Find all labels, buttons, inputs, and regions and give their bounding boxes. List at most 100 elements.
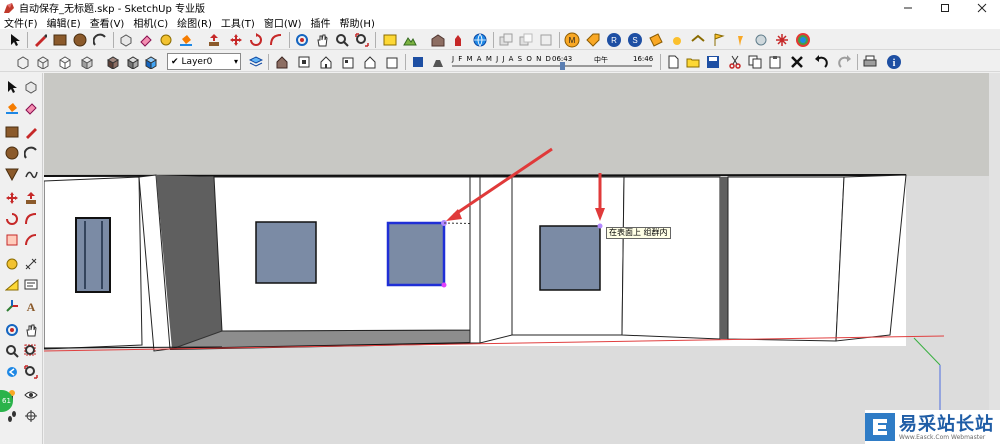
toggle-terrain-button[interactable] [401, 31, 419, 49]
copy-button[interactable] [746, 53, 764, 71]
look-around-left-button[interactable] [22, 386, 40, 404]
paste-button[interactable] [766, 53, 784, 71]
offset-left-button[interactable] [22, 231, 40, 249]
share-model-button[interactable] [449, 31, 467, 49]
tape-measure-button[interactable] [157, 31, 175, 49]
orbit-left-button[interactable] [3, 321, 21, 339]
menu-camera[interactable]: 相机(C) [133, 15, 168, 30]
eraser-left-button[interactable] [22, 99, 40, 117]
share-component-button[interactable] [471, 31, 489, 49]
display-shadows-button[interactable] [429, 53, 447, 71]
tape-left-button[interactable] [3, 255, 21, 273]
shaded-textures-button[interactable] [104, 53, 122, 71]
section-plane-left-button[interactable] [22, 407, 40, 425]
plugin-label-button[interactable] [647, 31, 665, 49]
eraser-tool-button[interactable] [137, 31, 155, 49]
plugin-color-wheel-button[interactable] [794, 31, 812, 49]
zoom-window-left-button[interactable] [22, 342, 40, 360]
hidden-line-button[interactable] [56, 53, 74, 71]
close-button[interactable] [963, 0, 1000, 15]
shadow-time-slider[interactable] [452, 65, 652, 67]
menu-help[interactable]: 帮助(H) [340, 15, 375, 30]
right-view-button[interactable] [339, 53, 357, 71]
plugin-dot-button[interactable] [668, 31, 686, 49]
arc-tool-button[interactable] [91, 31, 109, 49]
paint-bucket-button[interactable] [177, 31, 195, 49]
zoom-left-button[interactable] [3, 342, 21, 360]
get-models-button[interactable] [429, 31, 447, 49]
rotate-left-button[interactable] [3, 210, 21, 228]
front-view-button[interactable] [317, 53, 335, 71]
scene-canvas[interactable] [44, 73, 989, 444]
print-button[interactable] [861, 53, 879, 71]
shaded-button[interactable] [78, 53, 96, 71]
menu-plugins[interactable]: 插件 [311, 15, 331, 30]
save-button[interactable] [704, 53, 722, 71]
plugin-scatter-button[interactable] [773, 31, 791, 49]
orbit-button[interactable] [293, 31, 311, 49]
plugin-s-button[interactable]: S [626, 31, 644, 49]
text-left-button[interactable] [22, 276, 40, 294]
zoom-button[interactable] [333, 31, 351, 49]
open-file-button[interactable] [684, 53, 702, 71]
menu-file[interactable]: 文件(F) [4, 15, 38, 30]
cut-button[interactable] [726, 53, 744, 71]
model-info-button[interactable]: i [885, 53, 903, 71]
window-selected[interactable] [388, 223, 444, 285]
plugin-flag-button[interactable] [710, 31, 728, 49]
rectangle-tool-button[interactable] [51, 31, 69, 49]
zoom-extents-left-button[interactable] [22, 363, 40, 381]
menu-window[interactable]: 窗口(W) [264, 15, 302, 30]
component-left-button[interactable] [22, 78, 40, 96]
menu-draw[interactable]: 绘图(R) [177, 15, 212, 30]
menu-tools[interactable]: 工具(T) [221, 15, 255, 30]
3d-text-left-button[interactable]: A [22, 297, 40, 315]
window-slot-left[interactable] [76, 218, 110, 292]
delete-button[interactable] [788, 53, 806, 71]
solid-trim-button[interactable] [537, 31, 555, 49]
circle-left-button[interactable] [3, 144, 21, 162]
freehand-left-button[interactable] [22, 165, 40, 183]
dimension-left-button[interactable] [22, 255, 40, 273]
undo-button[interactable] [812, 53, 830, 71]
layer-dropdown[interactable]: ✔ Layer0 ▾ [167, 53, 241, 70]
push-pull-button[interactable] [205, 31, 223, 49]
previous-view-left-button[interactable] [3, 363, 21, 381]
select-tool-button[interactable] [6, 31, 24, 49]
window-one[interactable] [256, 222, 316, 283]
move-tool-button[interactable] [227, 31, 245, 49]
menu-edit[interactable]: 编辑(E) [47, 15, 81, 30]
paint-left-button[interactable] [3, 99, 21, 117]
shadow-settings-button[interactable] [409, 53, 427, 71]
follow-me-button[interactable] [267, 31, 285, 49]
solid-union-button[interactable] [497, 31, 515, 49]
redo-button[interactable] [836, 53, 854, 71]
plugin-roof-button[interactable] [689, 31, 707, 49]
monochrome-button[interactable] [124, 53, 142, 71]
plugin-m-button[interactable]: M [563, 31, 581, 49]
iso-view-button[interactable] [273, 53, 291, 71]
vertical-scrollbar[interactable] [989, 73, 1000, 444]
circle-tool-button[interactable] [71, 31, 89, 49]
zoom-extents-button[interactable] [353, 31, 371, 49]
pan-left-button[interactable] [22, 321, 40, 339]
menu-view[interactable]: 查看(V) [90, 15, 125, 30]
make-component-button[interactable] [117, 31, 135, 49]
plugin-sphere-button[interactable] [752, 31, 770, 49]
rotate-tool-button[interactable] [247, 31, 265, 49]
line-left-button[interactable] [22, 123, 40, 141]
model-viewport[interactable] [44, 73, 989, 444]
xray-button[interactable] [14, 53, 32, 71]
axes-left-button[interactable] [3, 297, 21, 315]
back-view-button[interactable] [361, 53, 379, 71]
move-left-button[interactable] [3, 189, 21, 207]
line-tool-button[interactable] [31, 31, 49, 49]
protractor-left-button[interactable] [3, 276, 21, 294]
plugin-r-button[interactable]: R [605, 31, 623, 49]
solid-subtract-button[interactable] [517, 31, 535, 49]
left-view-button[interactable] [383, 53, 401, 71]
plugin-pin-button[interactable] [731, 31, 749, 49]
arc-left-button[interactable] [22, 144, 40, 162]
select-tool-left-button[interactable] [3, 78, 21, 96]
polygon-left-button[interactable] [3, 165, 21, 183]
